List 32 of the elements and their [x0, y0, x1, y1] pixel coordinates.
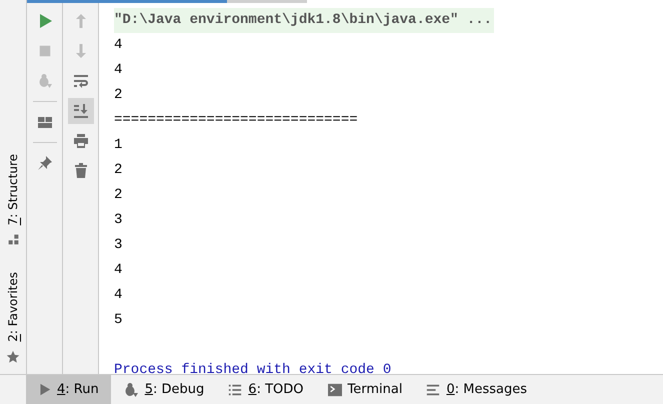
side-tab[interactable]: 7: Structure — [4, 154, 22, 246]
output-line: 4 — [114, 36, 124, 55]
star-icon — [6, 350, 20, 364]
structure-icon — [6, 233, 20, 246]
messages-icon — [426, 382, 440, 396]
output-line: 2 — [114, 186, 124, 205]
run-icon — [38, 383, 51, 396]
scroll-end-button[interactable] — [68, 98, 94, 124]
output-line: ============================= — [114, 111, 359, 130]
bug-icon — [122, 382, 139, 398]
output-line: 4 — [114, 261, 124, 280]
terminal-icon — [328, 382, 342, 396]
side-tab[interactable]: 2: Favorites — [4, 272, 22, 364]
printer-icon — [72, 133, 88, 149]
scroll-to-end-icon — [72, 103, 88, 119]
output-line: 2 — [114, 86, 124, 105]
output-line: 3 — [114, 211, 124, 230]
layout-icon — [36, 114, 52, 130]
output-line: 1 — [114, 136, 124, 155]
output-line: 4 — [114, 286, 124, 305]
tool-window-tab[interactable]: 4: Run — [26, 375, 111, 404]
soft-wrap-icon — [72, 73, 88, 89]
bug-icon — [36, 73, 52, 89]
list-icon — [228, 382, 242, 396]
output-line: 5 — [114, 311, 124, 330]
tool-window-tab[interactable]: 0: Messages — [414, 375, 539, 404]
output-line: 4 — [114, 61, 124, 80]
pin-icon — [36, 155, 52, 171]
output-line: 2 — [114, 161, 124, 180]
stop-icon — [38, 44, 52, 58]
trash-icon — [72, 163, 88, 179]
output-line: 3 — [114, 236, 124, 255]
